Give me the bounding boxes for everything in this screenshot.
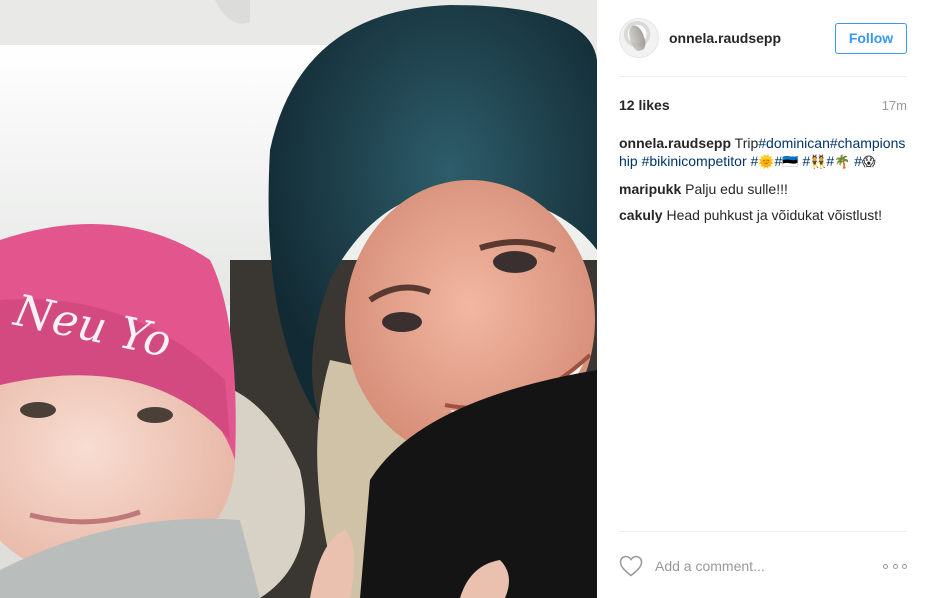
post-timestamp[interactable]: 17m [882, 98, 907, 113]
hashtag-link[interactable]: #bikinicompetitor [642, 153, 747, 169]
comment-text: Head puhkust ja võidukat võistlust! [666, 207, 883, 223]
post-photo[interactable]: Neu Yo [0, 0, 597, 598]
scream-emoji: 😱 [862, 155, 876, 170]
dot [892, 563, 898, 569]
likes-count[interactable]: 12 likes [619, 97, 670, 113]
dot [883, 563, 888, 569]
comments-list: onnela.raudsepp Trip#dominican#champions… [619, 134, 907, 232]
comment-input[interactable] [655, 558, 883, 574]
header-username[interactable]: onnela.raudsepp [669, 30, 781, 46]
comment-item: maripukk Palju edu sulle!!! [619, 180, 907, 198]
comment-item: cakuly Head puhkust ja võidukat võistlus… [619, 206, 907, 224]
stats-row: 12 likes 17m [619, 97, 907, 113]
follow-button[interactable]: Follow [835, 22, 907, 54]
palm-tree-emoji: 🌴 [834, 155, 851, 170]
header-divider [619, 76, 907, 77]
comment-author[interactable]: cakuly [619, 207, 663, 223]
comment-text: Palju edu sulle!!! [685, 181, 788, 197]
hashtag-link[interactable]: #dominican [758, 135, 830, 151]
caption-author[interactable]: onnela.raudsepp [619, 135, 731, 151]
caption: onnela.raudsepp Trip#dominican#champions… [619, 134, 907, 172]
dot [902, 563, 907, 569]
dancers-emoji: 👯 [810, 155, 827, 170]
caption-text: Trip [734, 135, 759, 151]
footer-divider [619, 531, 907, 532]
flag-emoji: 🇪🇪 [782, 155, 799, 170]
more-options-icon[interactable] [883, 561, 907, 571]
hashtag-link[interactable]: # [799, 153, 810, 169]
sun-emoji: 🌞 [758, 155, 775, 170]
photo-illustration: Neu Yo [0, 0, 597, 598]
post-actions [619, 553, 907, 579]
post-header: onnela.raudsepp Follow [619, 18, 907, 58]
hashtag-link[interactable]: # [854, 153, 862, 169]
post-details-panel: onnela.raudsepp Follow 12 likes 17m onne… [597, 0, 930, 598]
user-avatar[interactable] [619, 18, 659, 58]
comment-author[interactable]: maripukk [619, 181, 681, 197]
heart-outline-icon[interactable] [619, 555, 643, 577]
hashtag-link[interactable]: # [826, 153, 834, 169]
